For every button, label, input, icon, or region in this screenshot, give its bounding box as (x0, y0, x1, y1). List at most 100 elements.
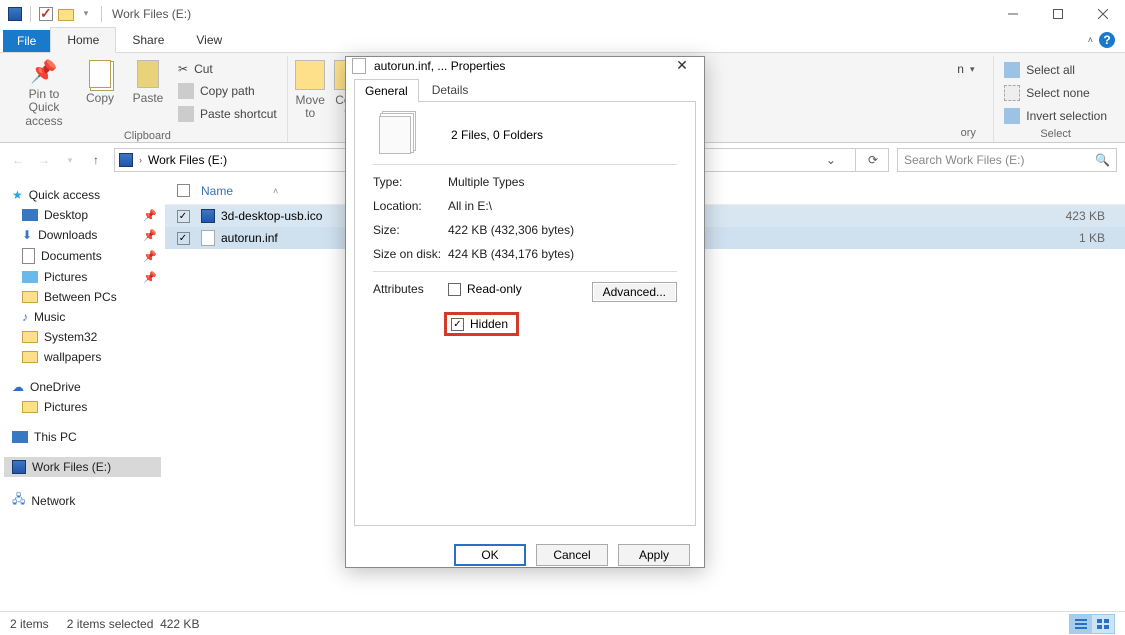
dialog-body: General Details 2 Files, 0 Folders Type:… (346, 74, 704, 534)
size-label: Size: (373, 223, 448, 237)
hidden-checkbox[interactable]: ✓ (451, 318, 464, 331)
help-icon[interactable]: ? (1099, 32, 1115, 48)
new-folder-icon[interactable] (57, 5, 75, 23)
row-checkbox[interactable]: ✓ (177, 210, 190, 223)
maximize-button[interactable] (1035, 0, 1080, 28)
forward-button[interactable]: → (34, 150, 54, 170)
open-dropdown-fragment[interactable]: n ▾ (953, 60, 983, 78)
tab-home[interactable]: Home (50, 27, 116, 53)
qat-separator (30, 6, 31, 22)
select-none-icon (1004, 85, 1020, 101)
paste-shortcut-button[interactable]: Paste shortcut (174, 104, 281, 124)
advanced-button[interactable]: Advanced... (592, 282, 677, 302)
paste-shortcut-label: Paste shortcut (200, 107, 277, 121)
location-value: All in E:\ (448, 199, 492, 213)
hidden-label: Hidden (470, 317, 508, 331)
nav-label: Work Files (E:) (32, 460, 111, 474)
cancel-button[interactable]: Cancel (536, 544, 608, 566)
type-label: Type: (373, 175, 448, 189)
nav-pictures-onedrive[interactable]: Pictures (4, 397, 161, 417)
group-label-select: Select (1040, 126, 1071, 143)
icons-view-button[interactable] (1092, 615, 1114, 633)
nav-music[interactable]: ♪Music (4, 307, 161, 327)
music-icon: ♪ (22, 310, 28, 324)
move-to-button[interactable]: Move to (290, 56, 330, 120)
qat-dropdown-icon[interactable]: ▾ (77, 5, 95, 23)
address-dropdown[interactable]: ⌄ (813, 153, 849, 167)
row-checkbox[interactable]: ✓ (177, 232, 190, 245)
nav-system32[interactable]: System32 (4, 327, 161, 347)
nav-network[interactable]: 🖧Network (4, 487, 161, 514)
cloud-icon: ☁ (12, 380, 24, 394)
size-on-disk-value: 424 KB (434,176 bytes) (448, 247, 574, 261)
invert-selection-button[interactable]: Invert selection (1000, 106, 1111, 126)
minimize-button[interactable] (990, 0, 1035, 28)
cut-button[interactable]: ✂Cut (174, 60, 281, 78)
select-all-button[interactable]: Select all (1000, 60, 1111, 80)
copy-path-icon (178, 83, 194, 99)
readonly-checkbox[interactable] (448, 283, 461, 296)
recent-dropdown[interactable]: ▾ (60, 150, 80, 170)
copy-button[interactable]: Copy (78, 56, 122, 105)
nav-onedrive[interactable]: ☁OneDrive (4, 377, 161, 397)
nav-quick-access[interactable]: ★Quick access (4, 185, 161, 205)
tab-file[interactable]: File (3, 30, 50, 52)
nav-label: Quick access (29, 188, 100, 202)
apply-button[interactable]: Apply (618, 544, 690, 566)
window-controls (990, 0, 1125, 28)
group-label-organize (326, 125, 329, 142)
search-input[interactable]: Search Work Files (E:) 🔍 (897, 148, 1117, 172)
frag-label: n (957, 62, 964, 76)
nav-downloads[interactable]: ⬇Downloads📌 (4, 225, 161, 245)
details-view-button[interactable] (1070, 615, 1092, 633)
address-segment[interactable]: Work Files (E:) (148, 153, 227, 167)
nav-label: Between PCs (44, 290, 117, 304)
tab-general[interactable]: General (354, 79, 419, 102)
properties-icon[interactable] (37, 5, 55, 23)
dialog-summary: 2 Files, 0 Folders (451, 128, 543, 142)
divider (855, 149, 856, 171)
view-toggle (1069, 614, 1115, 634)
nav-this-pc[interactable]: This PC (4, 427, 161, 447)
header-checkbox[interactable] (165, 184, 201, 197)
dialog-buttons: OK Cancel Apply (346, 534, 704, 576)
refresh-button[interactable]: ⟳ (862, 153, 884, 167)
up-button[interactable]: ↑ (86, 150, 106, 170)
header-name-label: Name (201, 184, 233, 198)
chevron-right-icon: › (139, 155, 142, 165)
tab-view[interactable]: View (180, 28, 238, 52)
dialog-content: 2 Files, 0 Folders Type:Multiple Types L… (354, 102, 696, 526)
file-icon (201, 209, 215, 223)
tab-share[interactable]: Share (116, 28, 180, 52)
tab-details[interactable]: Details (421, 78, 480, 101)
copy-path-button[interactable]: Copy path (174, 81, 281, 101)
file-size: 1 KB (1045, 231, 1125, 245)
nav-label: Pictures (44, 270, 87, 284)
pin-to-quick-access-button[interactable]: 📌 Pin to Quick access (14, 56, 74, 128)
nav-desktop[interactable]: Desktop📌 (4, 205, 161, 225)
select-all-icon (1004, 62, 1020, 78)
ok-button[interactable]: OK (454, 544, 526, 566)
pin-icon: 📌 (143, 229, 157, 242)
dialog-close-button[interactable]: ✕ (666, 57, 698, 74)
ribbon-collapse[interactable]: ˄ ? (1078, 28, 1125, 52)
nav-pictures[interactable]: Pictures📌 (4, 267, 161, 287)
chevron-up-icon: ˄ (1088, 35, 1093, 45)
file-size: 423 KB (1045, 209, 1125, 223)
dialog-titlebar[interactable]: autorun.inf, ... Properties ✕ (346, 57, 704, 74)
nav-label: Documents (41, 249, 102, 263)
dialog-tabs: General Details (354, 78, 696, 102)
close-button[interactable] (1080, 0, 1125, 28)
paste-button[interactable]: Paste (126, 56, 170, 105)
nav-work-files[interactable]: Work Files (E:) (4, 457, 161, 477)
back-button[interactable]: ← (8, 150, 28, 170)
copy-icon (89, 60, 111, 88)
select-none-button[interactable]: Select none (1000, 83, 1111, 103)
properties-dialog: autorun.inf, ... Properties ✕ General De… (345, 56, 705, 568)
nav-wallpapers[interactable]: wallpapers (4, 347, 161, 367)
file-icon (201, 230, 215, 246)
nav-documents[interactable]: Documents📌 (4, 245, 161, 267)
chevron-down-icon: ▾ (970, 64, 975, 75)
nav-between-pcs[interactable]: Between PCs (4, 287, 161, 307)
network-icon: 🖧 (12, 490, 25, 511)
